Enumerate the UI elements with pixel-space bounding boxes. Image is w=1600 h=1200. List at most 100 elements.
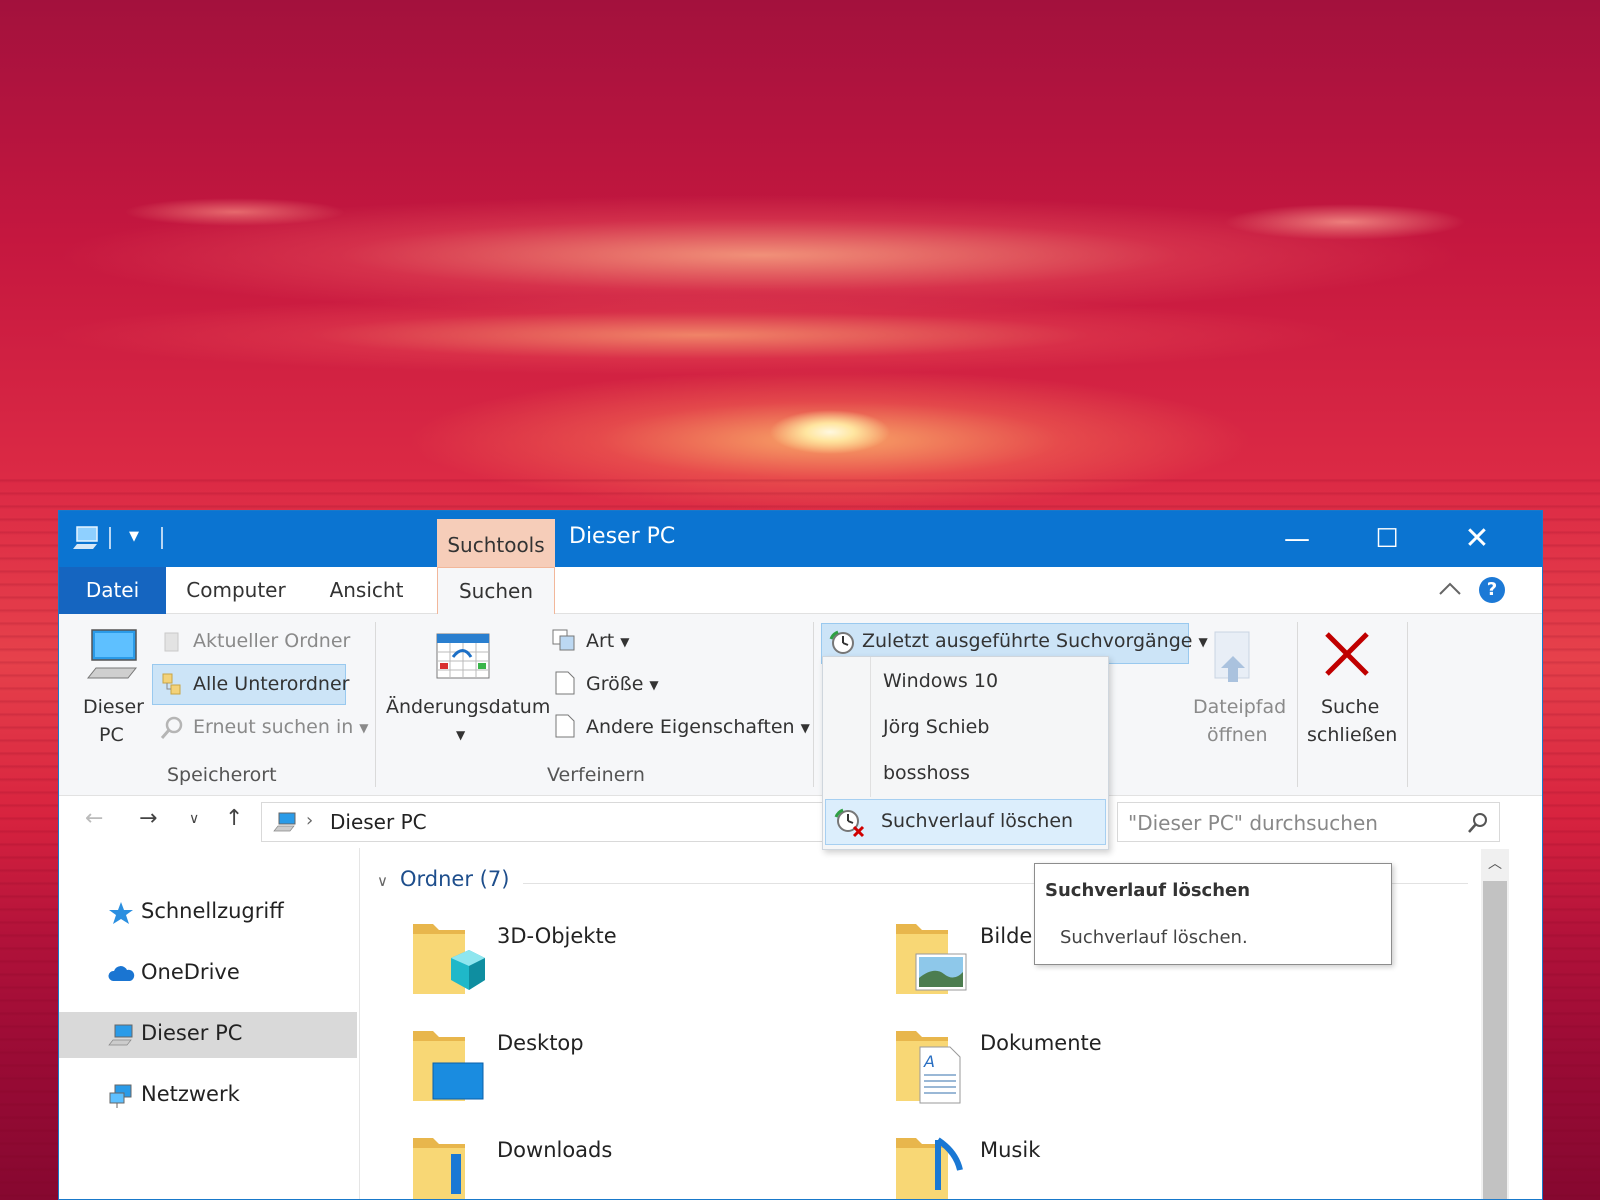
computer-icon bbox=[273, 812, 296, 832]
chevron-down-icon: ▼ bbox=[620, 634, 630, 649]
tab-datei[interactable]: Datei bbox=[59, 567, 166, 614]
recent-searches-label: Zuletzt ausgeführte Suchvorgänge ▼ bbox=[862, 630, 1208, 652]
close-button[interactable]: ✕ bbox=[1432, 511, 1522, 567]
network-icon bbox=[109, 1084, 132, 1108]
context-tab-suchtools: Suchtools bbox=[437, 519, 555, 567]
forward-arrow-icon[interactable]: → bbox=[139, 806, 157, 831]
folder-desktop-icon bbox=[413, 1031, 484, 1101]
nav-item-netzwerk[interactable]: Netzwerk bbox=[59, 1073, 357, 1119]
folder-name: 3D-Objekte bbox=[497, 924, 617, 948]
folder-icon bbox=[164, 632, 179, 652]
chevron-down-icon: ▼ bbox=[1198, 634, 1208, 649]
computer-icon[interactable] bbox=[71, 525, 101, 551]
search-again-icon bbox=[160, 716, 183, 739]
folder-name: Dokumente bbox=[980, 1031, 1102, 1055]
folder-downloads-icon bbox=[413, 1138, 465, 1199]
folder-item-dokumente[interactable]: A Dokumente bbox=[894, 1023, 1334, 1113]
group-label-speicherort: Speicherort bbox=[167, 764, 277, 786]
cloud-icon bbox=[108, 966, 135, 981]
search-input[interactable]: "Dieser PC" durchsuchen bbox=[1117, 802, 1500, 842]
title-bar[interactable]: ▼ Suchtools Dieser PC — ☐ ✕ bbox=[59, 511, 1542, 567]
art-label: Art bbox=[586, 630, 615, 652]
star-icon bbox=[109, 902, 133, 924]
quick-access-dropdown-icon[interactable]: ▼ bbox=[129, 529, 139, 544]
subfolders-icon bbox=[162, 673, 181, 695]
close-search-icon[interactable] bbox=[1321, 628, 1373, 680]
address-field[interactable]: › Dieser PC bbox=[261, 802, 826, 842]
dieser-pc-button-line2[interactable]: PC bbox=[99, 724, 124, 746]
tooltip: Suchverlauf löschen Suchverlauf löschen. bbox=[1034, 863, 1392, 965]
ribbon-tabs: Datei Computer Ansicht Suchen ? bbox=[59, 567, 1542, 615]
breadcrumb-chevron-icon[interactable]: › bbox=[306, 810, 313, 831]
folder-item-desktop[interactable]: Desktop bbox=[411, 1023, 851, 1113]
recent-locations-chevron-icon[interactable]: ∨ bbox=[189, 811, 199, 827]
nav-label: Schnellzugriff bbox=[141, 899, 284, 923]
nav-item-schnellzugriff[interactable]: Schnellzugriff bbox=[59, 890, 357, 936]
tab-computer[interactable]: Computer bbox=[176, 567, 296, 614]
chevron-up-icon[interactable] bbox=[1437, 579, 1463, 599]
tooltip-body: Suchverlauf löschen. bbox=[1060, 927, 1248, 948]
clear-search-history-label: Suchverlauf löschen bbox=[881, 810, 1074, 832]
quick-access-separator bbox=[161, 527, 163, 549]
dateipfad-oeffnen-line1[interactable]: Dateipfad bbox=[1193, 696, 1286, 718]
dateipfad-oeffnen-line2[interactable]: öffnen bbox=[1207, 724, 1268, 746]
quick-access-separator bbox=[109, 527, 111, 549]
groesse-button[interactable]: Größe ▼ bbox=[586, 673, 659, 695]
tooltip-title: Suchverlauf löschen bbox=[1045, 880, 1251, 901]
erneut-suchen-label: Erneut suchen in bbox=[193, 716, 354, 738]
chevron-down-icon[interactable]: ▼ bbox=[456, 728, 465, 742]
alle-unterordner-button[interactable]: Alle Unterordner bbox=[193, 673, 349, 695]
suche-schliessen-line1[interactable]: Suche bbox=[1321, 696, 1379, 718]
folder-item-downloads[interactable]: Downloads bbox=[411, 1130, 851, 1199]
recent-search-item[interactable]: bosshoss bbox=[883, 762, 970, 784]
groesse-label: Größe bbox=[586, 673, 644, 695]
folder-item-musik[interactable]: Musik bbox=[894, 1130, 1334, 1199]
art-button[interactable]: Art ▼ bbox=[586, 630, 630, 652]
recent-search-item[interactable]: Windows 10 bbox=[883, 670, 998, 692]
address-bar-row: ← → ∨ ↑ › Dieser PC "Dieser PC" durchsuc… bbox=[59, 796, 1542, 848]
section-header-ordner[interactable]: ∨ Ordner (7) bbox=[377, 867, 509, 891]
aktueller-ordner-button[interactable]: Aktueller Ordner bbox=[193, 630, 350, 652]
nav-label: OneDrive bbox=[141, 960, 240, 984]
clear-search-history-item[interactable]: Suchverlauf löschen bbox=[825, 799, 1106, 845]
tab-ansicht[interactable]: Ansicht bbox=[319, 567, 414, 614]
folder-3d-objects-icon bbox=[413, 924, 485, 994]
andere-eigenschaften-button[interactable]: Andere Eigenschaften ▼ bbox=[586, 716, 810, 738]
group-separator bbox=[1297, 622, 1298, 787]
erneut-suchen-button[interactable]: Erneut suchen in ▼ bbox=[193, 716, 369, 738]
tab-suchen[interactable]: Suchen bbox=[437, 567, 555, 615]
vertical-scrollbar[interactable]: ︿ bbox=[1481, 849, 1509, 1199]
nav-item-dieser-pc[interactable]: Dieser PC bbox=[59, 1012, 357, 1058]
chevron-down-icon: ▼ bbox=[800, 720, 810, 735]
computer-icon[interactable] bbox=[84, 628, 140, 682]
pane-divider[interactable] bbox=[359, 848, 360, 1199]
search-icon[interactable] bbox=[1466, 811, 1490, 835]
folder-name: Musik bbox=[980, 1138, 1041, 1162]
window-title: Dieser PC bbox=[569, 524, 676, 549]
group-separator bbox=[375, 622, 376, 787]
folder-music-icon bbox=[896, 1137, 963, 1199]
breadcrumb-dieser-pc[interactable]: Dieser PC bbox=[330, 810, 427, 834]
clear-history-icon bbox=[834, 808, 865, 838]
scroll-up-icon[interactable]: ︿ bbox=[1481, 849, 1509, 879]
nav-label: Netzwerk bbox=[141, 1082, 240, 1106]
recent-search-item[interactable]: Jörg Schieb bbox=[883, 716, 989, 738]
svg-text:A: A bbox=[923, 1052, 935, 1071]
suche-schliessen-line2[interactable]: schließen bbox=[1307, 724, 1397, 746]
back-arrow-icon[interactable]: ← bbox=[85, 806, 103, 831]
search-placeholder: "Dieser PC" durchsuchen bbox=[1128, 811, 1378, 835]
section-header-label: Ordner (7) bbox=[399, 867, 510, 891]
folder-pictures-icon bbox=[896, 924, 967, 994]
minimize-button[interactable]: — bbox=[1252, 511, 1342, 567]
chevron-down-icon: ∨ bbox=[377, 872, 388, 890]
help-icon[interactable]: ? bbox=[1479, 577, 1505, 603]
nav-item-onedrive[interactable]: OneDrive bbox=[59, 951, 357, 997]
maximize-button[interactable]: ☐ bbox=[1342, 511, 1432, 567]
file-properties-icon bbox=[555, 714, 575, 738]
up-arrow-icon[interactable]: ↑ bbox=[225, 806, 243, 831]
aenderungsdatum-button[interactable]: Änderungsdatum bbox=[386, 696, 550, 718]
dieser-pc-button-line1[interactable]: Dieser bbox=[83, 696, 144, 718]
folder-item-3d-objekte[interactable]: 3D-Objekte bbox=[411, 916, 851, 1006]
scroll-thumb[interactable] bbox=[1483, 881, 1507, 1199]
folder-name: Bilde bbox=[980, 924, 1033, 948]
